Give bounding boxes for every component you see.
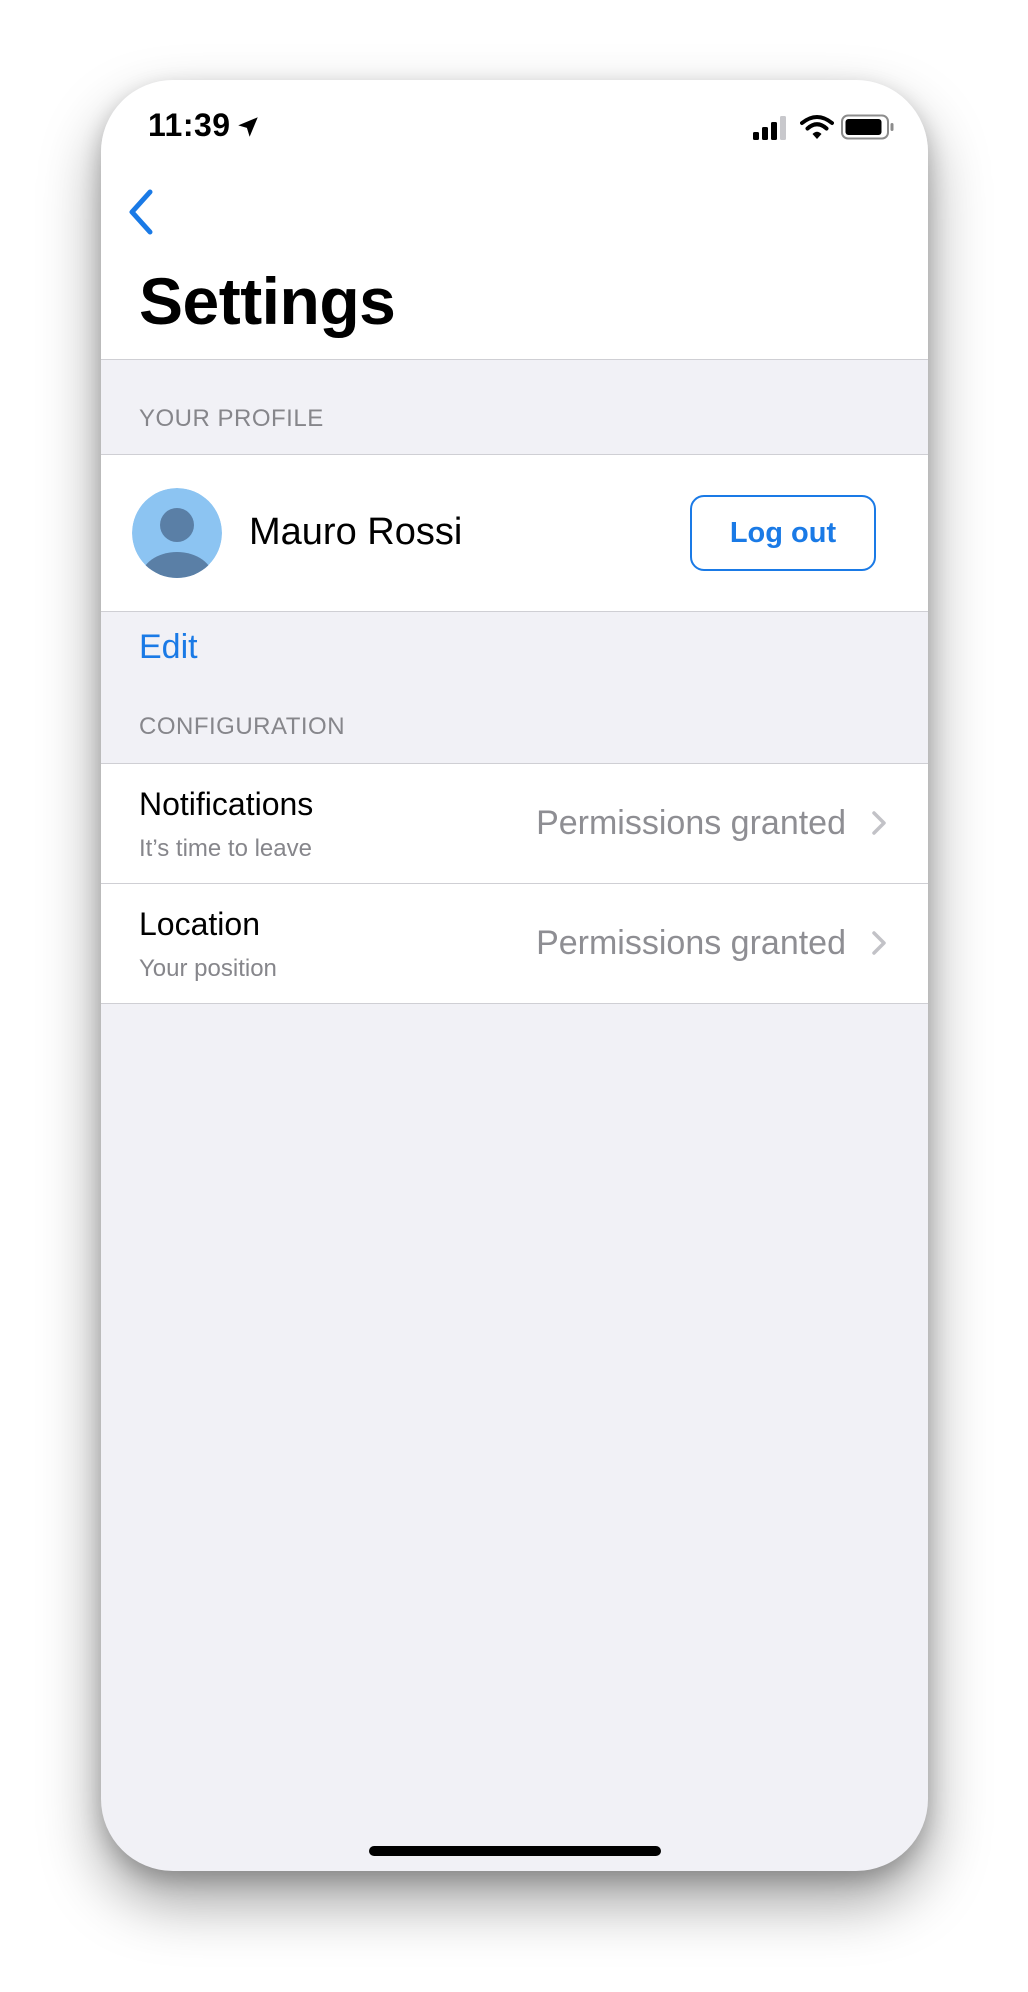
battery-icon	[841, 114, 894, 140]
status-time: 11:39	[148, 107, 231, 143]
configuration-list: Notifications It’s time to leave Permiss…	[101, 763, 928, 1004]
row-title: Location	[139, 906, 260, 942]
logout-button[interactable]: Log out	[690, 495, 876, 571]
chevron-left-icon[interactable]	[121, 184, 161, 240]
settings-row-notifications[interactable]: Notifications It’s time to leave Permiss…	[101, 764, 928, 883]
navigation-bar: 11:39 Settings	[101, 80, 928, 360]
wifi-icon	[800, 115, 834, 139]
row-subtitle: Your position	[139, 955, 277, 982]
person-avatar-icon	[132, 488, 222, 578]
row-subtitle: It’s time to leave	[139, 835, 312, 862]
settings-row-location[interactable]: Location Your position Permissions grant…	[101, 883, 928, 1003]
home-indicator[interactable]	[369, 1846, 661, 1856]
edit-profile-link[interactable]: Edit	[139, 628, 198, 667]
cellular-signal-icon	[753, 116, 786, 140]
row-status-value: Permissions granted	[536, 804, 846, 842]
section-header-configuration: CONFIGURATION	[139, 713, 346, 740]
location-arrow-icon	[238, 117, 258, 137]
page-title: Settings	[139, 264, 396, 338]
row-title: Notifications	[139, 786, 314, 822]
section-header-profile: YOUR PROFILE	[139, 405, 324, 432]
profile-name: Mauro Rossi	[249, 511, 463, 553]
row-status-value: Permissions granted	[536, 924, 846, 962]
chevron-right-icon	[872, 931, 886, 955]
chevron-right-icon	[872, 811, 886, 835]
phone-screen: 11:39 Settings YOUR PROFILE Mauro Rossi …	[101, 80, 928, 1871]
profile-row: Mauro Rossi Log out	[101, 454, 928, 612]
